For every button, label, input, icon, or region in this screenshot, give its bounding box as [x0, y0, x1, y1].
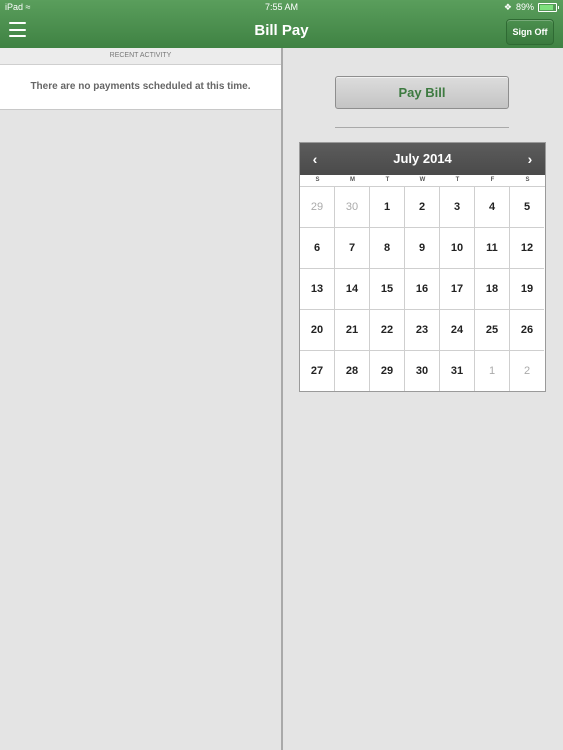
weekday-label: W — [419, 177, 426, 183]
separator-line — [335, 127, 509, 128]
calendar-week-row: 13 14 15 16 17 18 19 — [300, 269, 545, 310]
calendar-day[interactable]: 23 — [405, 310, 440, 351]
recent-activity-header: RECENT ACTIVITY — [0, 48, 281, 65]
calendar-day-outside-month[interactable]: 1 — [475, 351, 510, 391]
calendar-day[interactable]: 15 — [370, 269, 405, 310]
calendar-day[interactable]: 30 — [405, 351, 440, 391]
calendar-week-row: 27 28 29 30 31 1 2 — [300, 351, 545, 391]
top-bar: iPad ≈ 7:55 AM ❖ 89% Bill Pay Sign Off — [0, 0, 563, 48]
calendar-day-outside-month[interactable]: 29 — [300, 187, 335, 228]
weekday-label: T — [385, 177, 390, 183]
calendar-day[interactable]: 22 — [370, 310, 405, 351]
weekday-label: S — [525, 177, 530, 183]
calendar-month-label: July 2014 — [393, 151, 452, 166]
calendar-day[interactable]: 6 — [300, 228, 335, 269]
bill-pay-pane: Pay Bill ‹ July 2014 › SMTWTFS 29 30 1 2 3 4 5… — [283, 48, 563, 750]
weekday-header-row: SMTWTFS — [300, 175, 545, 187]
calendar-header: ‹ July 2014 › — [300, 143, 545, 175]
status-time: 7:55 AM — [264, 2, 299, 12]
calendar-day[interactable]: 16 — [405, 269, 440, 310]
calendar-day[interactable]: 20 — [300, 310, 335, 351]
calendar-day[interactable]: 31 — [440, 351, 475, 391]
calendar-week-row: 29 30 1 2 3 4 5 — [300, 187, 545, 228]
weekday-label: S — [315, 177, 320, 183]
calendar-day[interactable]: 4 — [475, 187, 510, 228]
calendar-week-row: 6 7 8 9 10 11 12 — [300, 228, 545, 269]
calendar-day[interactable]: 8 — [370, 228, 405, 269]
bluetooth-icon: ❖ — [503, 2, 512, 12]
calendar-day[interactable]: 25 — [475, 310, 510, 351]
battery-icon — [538, 2, 557, 12]
status-bar: iPad ≈ 7:55 AM ❖ 89% — [0, 0, 563, 14]
calendar-day[interactable]: 29 — [370, 351, 405, 391]
calendar-day[interactable]: 1 — [370, 187, 405, 228]
calendar-day[interactable]: 19 — [510, 269, 544, 310]
calendar-day[interactable]: 12 — [510, 228, 544, 269]
battery-percent: 89% — [515, 2, 534, 12]
calendar-day[interactable]: 27 — [300, 351, 335, 391]
calendar-day[interactable]: 3 — [440, 187, 475, 228]
calendar-day[interactable]: 21 — [335, 310, 370, 351]
calendar-day[interactable]: 24 — [440, 310, 475, 351]
weekday-label: T — [455, 177, 460, 183]
calendar-day[interactable]: 14 — [335, 269, 370, 310]
recent-activity-pane: RECENT ACTIVITY There are no payments sc… — [0, 48, 281, 750]
sign-off-button[interactable]: Sign Off — [506, 19, 554, 45]
calendar-day-outside-month[interactable]: 2 — [510, 351, 544, 391]
no-payments-message: There are no payments scheduled at this … — [0, 65, 281, 110]
calendar-day[interactable]: 9 — [405, 228, 440, 269]
page-title: Bill Pay — [254, 22, 309, 39]
calendar-day[interactable]: 28 — [335, 351, 370, 391]
calendar-week-row: 20 21 22 23 24 25 26 — [300, 310, 545, 351]
calendar-day[interactable]: 13 — [300, 269, 335, 310]
chevron-right-icon[interactable]: › — [515, 143, 545, 175]
battery-level — [540, 4, 553, 10]
calendar-day[interactable]: 10 — [440, 228, 475, 269]
calendar-day-outside-month[interactable]: 30 — [335, 187, 370, 228]
calendar: ‹ July 2014 › SMTWTFS 29 30 1 2 3 4 5 6 7 8 9 10 11 1… — [299, 142, 546, 392]
pay-bill-button[interactable]: Pay Bill — [335, 76, 509, 109]
status-right: ❖ 89% — [504, 0, 559, 14]
calendar-day[interactable]: 18 — [475, 269, 510, 310]
calendar-day[interactable]: 17 — [440, 269, 475, 310]
calendar-day[interactable]: 5 — [510, 187, 544, 228]
weekday-label: M — [350, 177, 355, 183]
calendar-day[interactable]: 2 — [405, 187, 440, 228]
weekday-label: F — [490, 177, 495, 183]
calendar-grid: 29 30 1 2 3 4 5 6 7 8 9 10 11 12 13 14 15 16 17 18 19 20 21 22 2… — [300, 187, 545, 391]
calendar-day[interactable]: 11 — [475, 228, 510, 269]
calendar-day[interactable]: 7 — [335, 228, 370, 269]
battery-tip — [558, 5, 559, 9]
calendar-day[interactable]: 26 — [510, 310, 544, 351]
